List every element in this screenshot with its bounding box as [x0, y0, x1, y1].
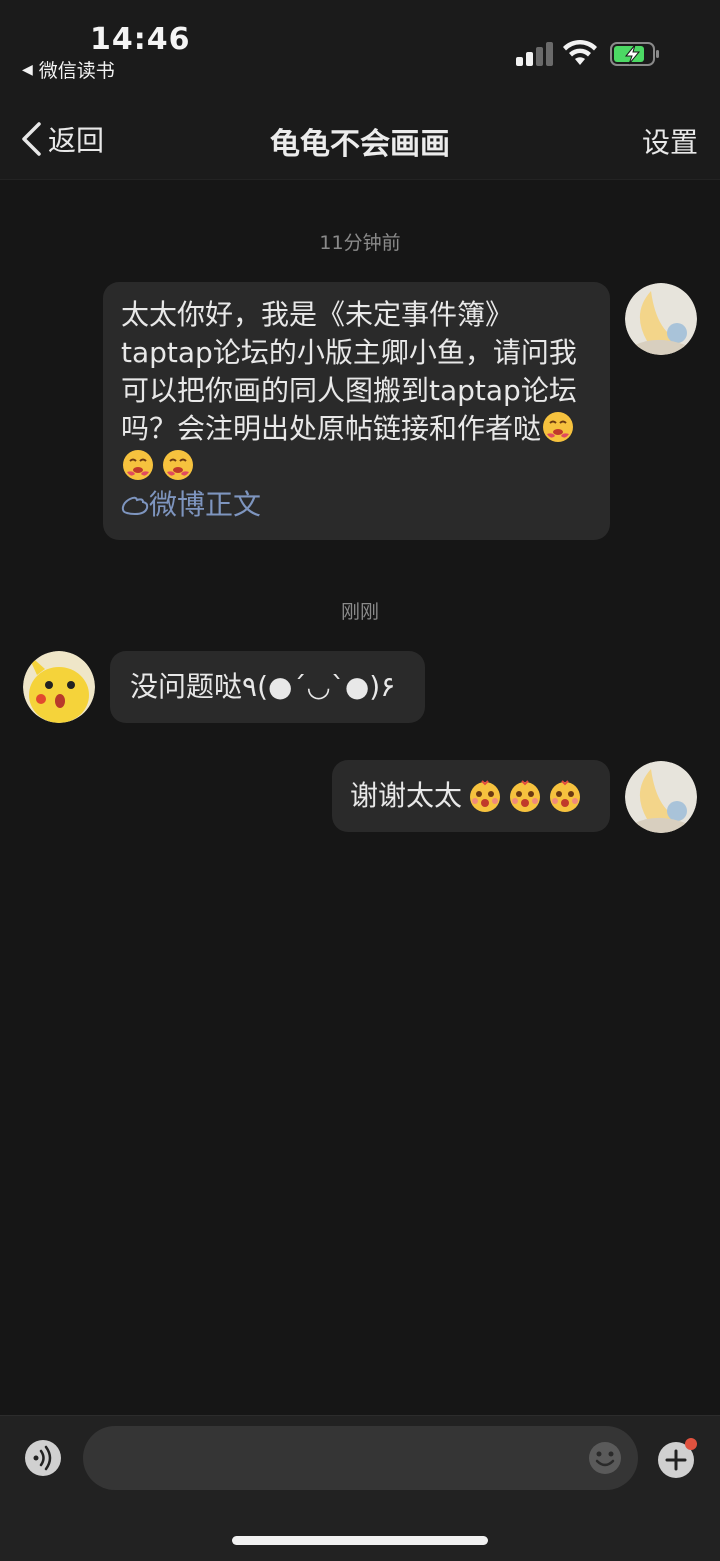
status-time: 14:46: [90, 22, 191, 57]
weibo-icon: [121, 496, 149, 516]
timestamp: 11分钟前: [319, 232, 401, 254]
navigation-bar: 返回 龟龟不会画画 设置: [0, 95, 720, 180]
wifi-icon: [563, 39, 597, 65]
back-label: 返回: [48, 124, 105, 157]
excited-emoji-icon: [470, 780, 501, 812]
message-text: 太太你好，我是《未定事件簿》taptap论坛的小版主卿小鱼，请问我可以把你画的同…: [121, 296, 592, 486]
pikachu-avatar[interactable]: [23, 651, 95, 723]
excited-emoji-icon: [510, 780, 541, 812]
message-bubble-outgoing[interactable]: 太太你好，我是《未定事件簿》taptap论坛的小版主卿小鱼，请问我可以把你画的同…: [103, 282, 610, 540]
weibo-post-link[interactable]: 微博正文: [121, 486, 592, 524]
excited-emoji-icon: [550, 780, 581, 812]
message-input[interactable]: [83, 1426, 638, 1490]
status-bar: 14:46 ◀ 微信读书: [0, 0, 720, 95]
drooling-emoji-icon: [543, 412, 574, 442]
back-triangle-icon: ◀: [22, 61, 33, 78]
chat-screen: 14:46 ◀ 微信读书 返回 龟龟不会画画 设置 11分钟前 太太你好，我是《…: [0, 0, 720, 1561]
cellular-signal-icon: [516, 42, 554, 66]
back-app-label: 微信读书: [38, 60, 115, 82]
plus-icon[interactable]: [656, 1438, 698, 1480]
back-to-app-link[interactable]: ◀ 微信读书: [22, 56, 115, 83]
moon-avatar[interactable]: [625, 283, 697, 355]
drooling-emoji-icon: [123, 450, 153, 480]
settings-button[interactable]: 设置: [642, 121, 698, 161]
timestamp: 刚刚: [340, 601, 379, 623]
notification-dot: [685, 1438, 697, 1450]
message-text: 没问题哒٩(●´◡`●)۶: [130, 670, 396, 703]
message-bubble-incoming[interactable]: 没问题哒٩(●´◡`●)۶: [110, 651, 425, 723]
weibo-link-label: 微博正文: [149, 488, 262, 521]
home-indicator[interactable]: [232, 1536, 488, 1545]
voice-icon[interactable]: [23, 1438, 63, 1478]
moon-avatar[interactable]: [625, 761, 697, 833]
battery-charging-icon: [610, 42, 659, 66]
message-text: 谢谢太太: [350, 779, 463, 812]
message-bubble-outgoing[interactable]: 谢谢太太: [332, 760, 610, 832]
back-button[interactable]: 返回: [20, 119, 104, 159]
drooling-emoji-icon: [163, 450, 193, 480]
page-title: 龟龟不会画画: [270, 127, 450, 162]
emoji-icon[interactable]: [587, 1440, 623, 1476]
chevron-left-icon: [22, 122, 41, 156]
